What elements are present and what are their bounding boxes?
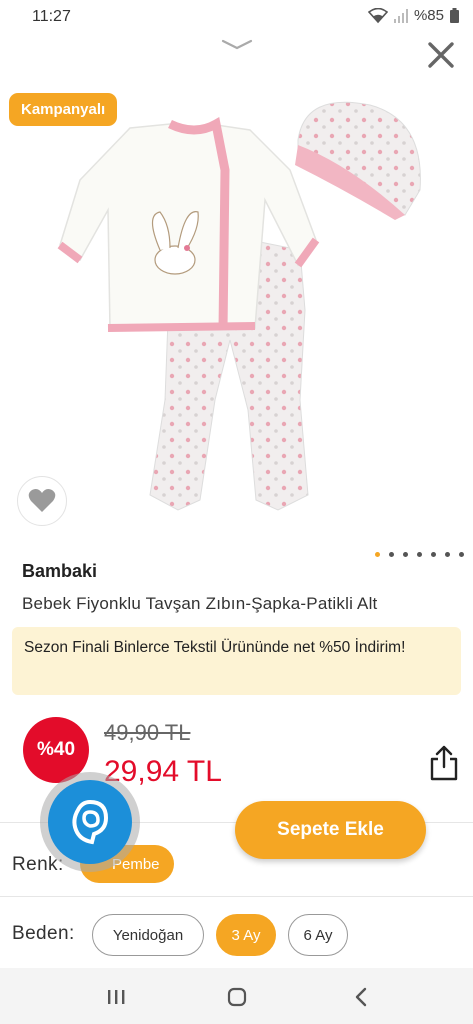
recent-apps-button[interactable] (101, 982, 131, 1012)
old-price: 49,90 TL (104, 720, 191, 745)
product-image[interactable] (40, 100, 440, 530)
back-icon (355, 987, 367, 1007)
close-button[interactable] (424, 38, 458, 72)
battery-percent: %85 (413, 7, 444, 24)
promo-text: Sezon Finali Binlerce Tekstil Ürününde n… (24, 639, 406, 656)
battery-icon (450, 8, 459, 23)
pagination-dot[interactable] (389, 552, 394, 557)
image-pagination[interactable] (375, 552, 464, 557)
recent-apps-icon (108, 990, 125, 1004)
brand-name[interactable]: Bambaki (22, 561, 97, 582)
campaign-badge: Kampanyalı (9, 93, 118, 126)
home-icon (227, 987, 247, 1007)
heart-icon (28, 489, 56, 512)
promo-banner: Sezon Finali Binlerce Tekstil Ürününde n… (12, 627, 461, 695)
pagination-dot[interactable] (431, 552, 436, 557)
size-option-newborn[interactable]: Yenidoğan (92, 914, 204, 956)
share-button[interactable] (428, 745, 460, 781)
pagination-dot[interactable] (417, 552, 422, 557)
close-icon (428, 42, 454, 68)
status-time: 11:27 (32, 8, 71, 25)
signal-icon (393, 8, 408, 24)
divider (0, 896, 473, 897)
pagination-dot[interactable] (403, 552, 408, 557)
size-option-3-months[interactable]: 3 Ay (216, 914, 276, 956)
system-nav-bar (0, 968, 473, 1024)
home-button[interactable] (222, 982, 252, 1012)
wifi-icon (367, 7, 388, 24)
assistant-fab[interactable] (40, 772, 140, 872)
size-label: Beden: (12, 923, 75, 944)
status-bar: 11:27 %85 (0, 0, 473, 34)
pagination-dot[interactable] (375, 552, 380, 557)
size-option-6-months[interactable]: 6 Ay (288, 914, 348, 956)
pagination-dot[interactable] (445, 552, 450, 557)
product-title: Bebek Fiyonklu Tavşan Zıbın-Şapka-Patikl… (22, 594, 378, 613)
add-to-cart-button[interactable]: Sepete Ekle (235, 801, 426, 859)
status-icons: %85 (367, 7, 459, 24)
share-icon (430, 745, 458, 781)
chevron-down-icon[interactable] (220, 38, 254, 52)
pagination-dot[interactable] (459, 552, 464, 557)
back-button[interactable] (346, 982, 376, 1012)
assistant-logo-icon (48, 780, 132, 864)
favorite-button[interactable] (17, 476, 67, 526)
